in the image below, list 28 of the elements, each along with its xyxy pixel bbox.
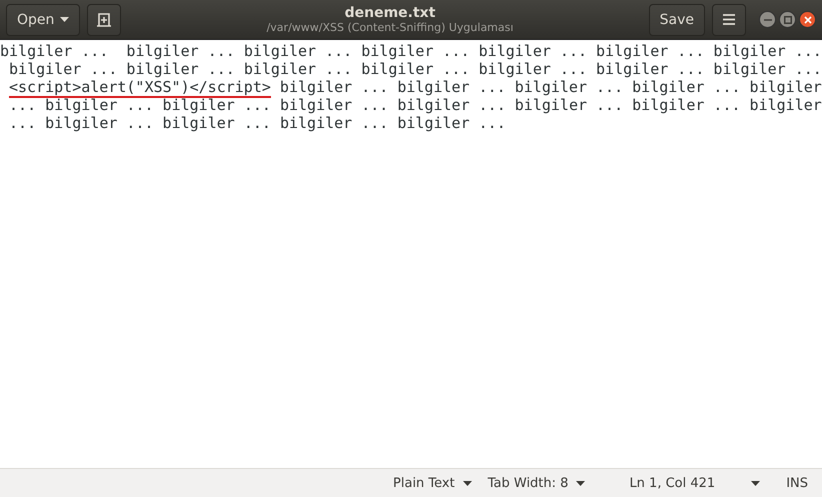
text-line: bilgiler ... bilgiler ... bilgiler ... bilgiler ... bilgiler (278, 78, 822, 96)
maximize-icon (784, 16, 792, 24)
menu-icon (723, 14, 735, 25)
save-button[interactable]: Save (648, 4, 705, 36)
minimize-icon (764, 18, 772, 20)
insert-mode-label: INS (786, 476, 808, 490)
new-document-icon (96, 12, 112, 28)
close-icon (804, 16, 812, 24)
text-line: ... bilgiler ... bilgiler ... bilgiler ... bilgiler ... bilgiler ... bilgiler ... bilgiler (8, 96, 822, 114)
window-title: deneme.txt (344, 5, 436, 21)
caret-icon (751, 480, 760, 486)
language-dropdown[interactable]: Plain Text (385, 476, 480, 490)
text-line: bilgiler ... bilgiler ... bilgiler ... bilgiler ... bilgiler ... bilgiler ... bilgiler ... (0, 42, 822, 60)
new-tab-button[interactable] (87, 4, 122, 36)
caret-icon (60, 17, 70, 22)
open-button[interactable]: Open (6, 4, 80, 36)
close-button[interactable] (799, 11, 816, 28)
underlined-code-text: <script>alert("XSS")</script> (9, 78, 271, 98)
caret-icon (462, 480, 472, 486)
text-line: bilgiler ... bilgiler ... bilgiler ... bilgiler ... bilgiler ... bilgiler ... bilgiler ... (8, 60, 822, 78)
caret-icon (576, 480, 586, 486)
maximize-button[interactable] (779, 11, 796, 28)
menu-button[interactable] (712, 4, 746, 36)
tab-width-dropdown[interactable]: Tab Width: 8 (480, 476, 594, 490)
minimize-button[interactable] (759, 11, 776, 28)
cursor-position-dropdown[interactable]: Ln 1, Col 421 (621, 476, 768, 490)
window-subtitle: /var/www/XSS (Content-Sniffing) Uygulaması (266, 21, 514, 34)
text-line: ... bilgiler ... bilgiler ... bilgiler ... bilgiler ... (8, 114, 506, 132)
